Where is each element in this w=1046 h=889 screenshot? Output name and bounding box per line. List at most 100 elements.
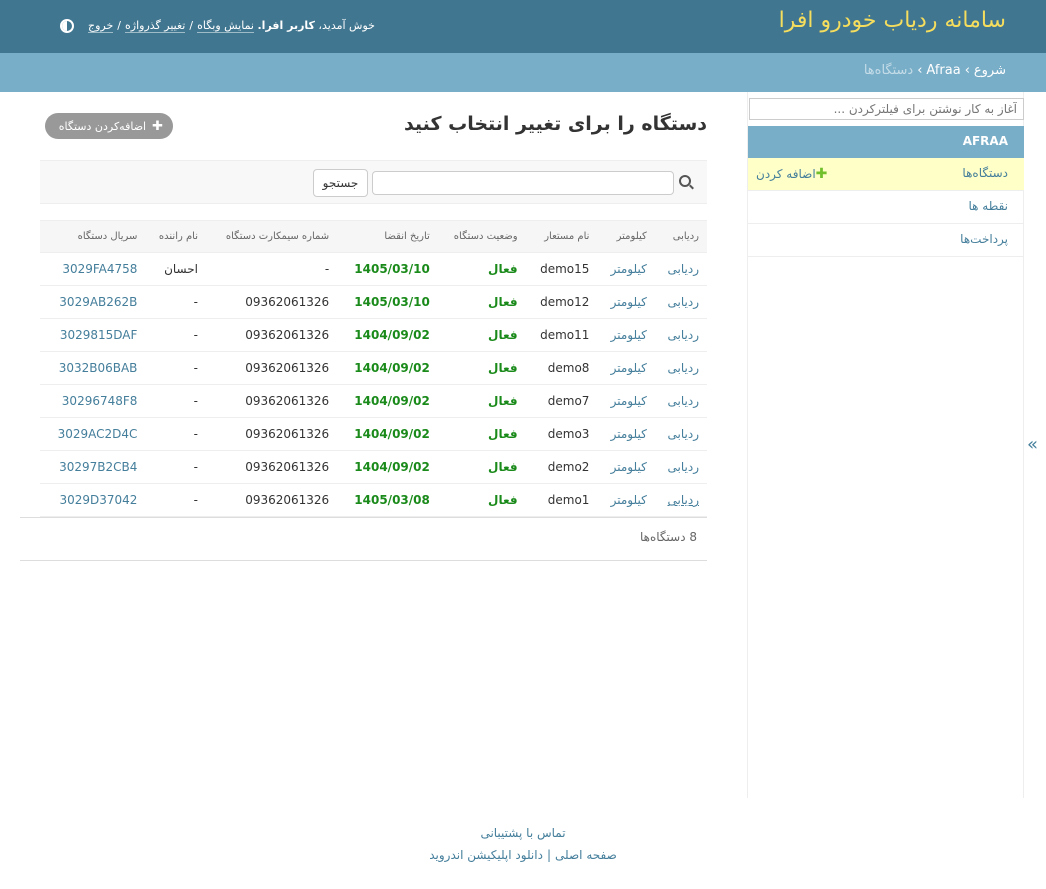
table-cell: 09362061326 (206, 450, 338, 484)
table-cell: کیلومتر (597, 351, 655, 385)
sidebar-item-label[interactable]: دستگاه‌ها (962, 166, 1008, 180)
column-header[interactable]: کیلومتر (597, 220, 655, 253)
footer: تماس با پشتیبانی صفحه اصلی |دانلود اپلیکی… (0, 822, 1046, 866)
table-cell: کیلومتر (597, 252, 655, 286)
table-cell: کیلومتر (597, 450, 655, 484)
table-cell: 09362061326 (206, 351, 338, 385)
serial-link[interactable]: 3029D37042 (59, 493, 137, 507)
table-cell: 1405/03/10 (337, 285, 438, 319)
table-cell: 09362061326 (206, 417, 338, 451)
track-link[interactable]: ردیابی (668, 295, 699, 309)
column-header[interactable]: وضعیت دستگاه (437, 220, 526, 253)
track-link[interactable]: ردیابی (668, 361, 699, 375)
column-header[interactable]: ردیابی (654, 220, 707, 253)
track-link[interactable]: ردیابی (668, 460, 699, 474)
sidebar-item-label[interactable]: پرداخت‌ها (960, 232, 1008, 246)
breadcrumb-app[interactable]: Afraa (926, 63, 960, 78)
track-link[interactable]: ردیابی (668, 394, 699, 408)
table-cell: - (206, 252, 338, 286)
table-cell: ردیابی (654, 252, 707, 286)
app-caption[interactable]: AFRAA (748, 126, 1024, 158)
table-cell: demo7 (525, 384, 598, 418)
track-link[interactable]: ردیابی (668, 493, 699, 507)
sidebar-item-devices[interactable]: دستگاه‌ها ✚اضافه کردن (748, 158, 1024, 191)
table-cell: فعال (437, 450, 526, 484)
serial-link[interactable]: 30296748F8 (62, 394, 138, 408)
search-icon (679, 175, 691, 187)
column-header[interactable]: تاریخ انقضا (337, 220, 438, 253)
table-cell: 3029FA4758 (40, 252, 146, 286)
km-link[interactable]: کیلومتر (611, 295, 647, 309)
search-button[interactable]: جستجو (313, 169, 368, 197)
table-cell: کیلومتر (597, 318, 655, 352)
km-link[interactable]: کیلومتر (611, 427, 647, 441)
track-link[interactable]: ردیابی (668, 427, 699, 441)
android-app-link[interactable]: دانلود اپلیکیشن اندروید (429, 848, 543, 862)
home-link[interactable]: صفحه اصلی (555, 848, 617, 862)
track-link[interactable]: ردیابی (668, 262, 699, 276)
expire-date: 1405/03/08 (354, 493, 430, 507)
logout-link[interactable]: خروج (88, 19, 114, 33)
plus-icon: ✚ (152, 119, 163, 134)
table-row: ردیابی کیلومتر demo1 فعال 1405/03/08 09362061… (40, 483, 707, 517)
table-cell: ردیابی (654, 384, 707, 418)
view-site-link[interactable]: نمایش وبگاه (197, 19, 254, 33)
serial-link[interactable]: 3029AC2D4C (58, 427, 138, 441)
table-row: ردیابی کیلومتر demo3 فعال 1404/09/02 09362061… (40, 417, 707, 451)
km-link[interactable]: کیلومتر (611, 460, 647, 474)
km-link[interactable]: کیلومتر (611, 328, 647, 342)
serial-link[interactable]: 3032B06BAB (59, 361, 138, 375)
nav-filter-input[interactable] (749, 98, 1024, 120)
change-password-link[interactable]: تغییر گذرواژه (125, 19, 186, 33)
collapse-sidebar-icon[interactable]: » (1027, 434, 1038, 455)
status-badge: فعال (488, 427, 518, 441)
km-link[interactable]: کیلومتر (611, 262, 647, 276)
sim-number: 09362061326 (245, 361, 330, 375)
table-cell: 1404/09/02 (337, 384, 438, 418)
driver-name: - (193, 361, 199, 375)
breadcrumb-home[interactable]: شروع (974, 63, 1006, 78)
table-cell: 1405/03/08 (337, 483, 438, 517)
search-input[interactable] (372, 171, 674, 195)
username: کاربر افرا. (257, 19, 315, 32)
table-cell: کیلومتر (597, 384, 655, 418)
table-cell: - (145, 351, 207, 385)
serial-link[interactable]: 3029AB262B (59, 295, 137, 309)
sidebar: AFRAA دستگاه‌ها ✚اضافه کردن نقطه ها پردا… (747, 92, 1024, 798)
alias-cell: demo15 (540, 262, 590, 276)
alias-cell: demo12 (540, 295, 590, 309)
table-cell: ردیابی (654, 450, 707, 484)
serial-link[interactable]: 3029FA4758 (62, 262, 137, 276)
table-row: ردیابی کیلومتر demo15 فعال 1405/03/10 - احسان 3… (40, 252, 707, 286)
km-link[interactable]: کیلومتر (611, 493, 647, 507)
alias-cell: demo1 (547, 493, 590, 507)
serial-link[interactable]: 30297B2CB4 (59, 460, 137, 474)
plus-icon: ✚ (815, 166, 828, 182)
table-row: ردیابی کیلومتر demo8 فعال 1404/09/02 09362061… (40, 351, 707, 385)
table-cell: فعال (437, 384, 526, 418)
table-header-row: ردیابی کیلومتر نام مستعار وضعیت دستگاه ت… (40, 220, 707, 253)
paginator: 8 دستگاه‌ها (20, 517, 707, 561)
serial-link[interactable]: 3029815DAF (60, 328, 138, 342)
sim-number: - (324, 262, 330, 276)
column-header[interactable]: سریال دستگاه (40, 220, 146, 253)
km-link[interactable]: کیلومتر (611, 361, 647, 375)
sidebar-item-points[interactable]: نقطه ها (748, 191, 1024, 224)
column-header[interactable]: شماره سیمکارت دستگاه (206, 220, 338, 253)
table-cell: ردیابی (654, 351, 707, 385)
add-device-button[interactable]: ✚ اضافه‌کردن دستگاه (45, 113, 173, 139)
track-link[interactable]: ردیابی (668, 328, 699, 342)
km-link[interactable]: کیلومتر (611, 394, 647, 408)
column-header[interactable]: نام راننده (145, 220, 207, 253)
table-cell: 3029AB262B (40, 285, 146, 319)
support-link[interactable]: تماس با پشتیبانی (480, 826, 565, 840)
add-device-link[interactable]: ✚اضافه کردن (756, 166, 833, 182)
sidebar-item-payments[interactable]: پرداخت‌ها (748, 224, 1024, 257)
driver-name: - (193, 394, 199, 408)
site-brand[interactable]: سامانه ردیاب خودرو افرا (779, 8, 1006, 33)
column-header[interactable]: نام مستعار (525, 220, 598, 253)
table-cell: 1404/09/02 (337, 450, 438, 484)
status-badge: فعال (488, 460, 518, 474)
theme-toggle-icon[interactable] (60, 19, 74, 33)
sidebar-item-label[interactable]: نقطه ها (969, 199, 1009, 213)
